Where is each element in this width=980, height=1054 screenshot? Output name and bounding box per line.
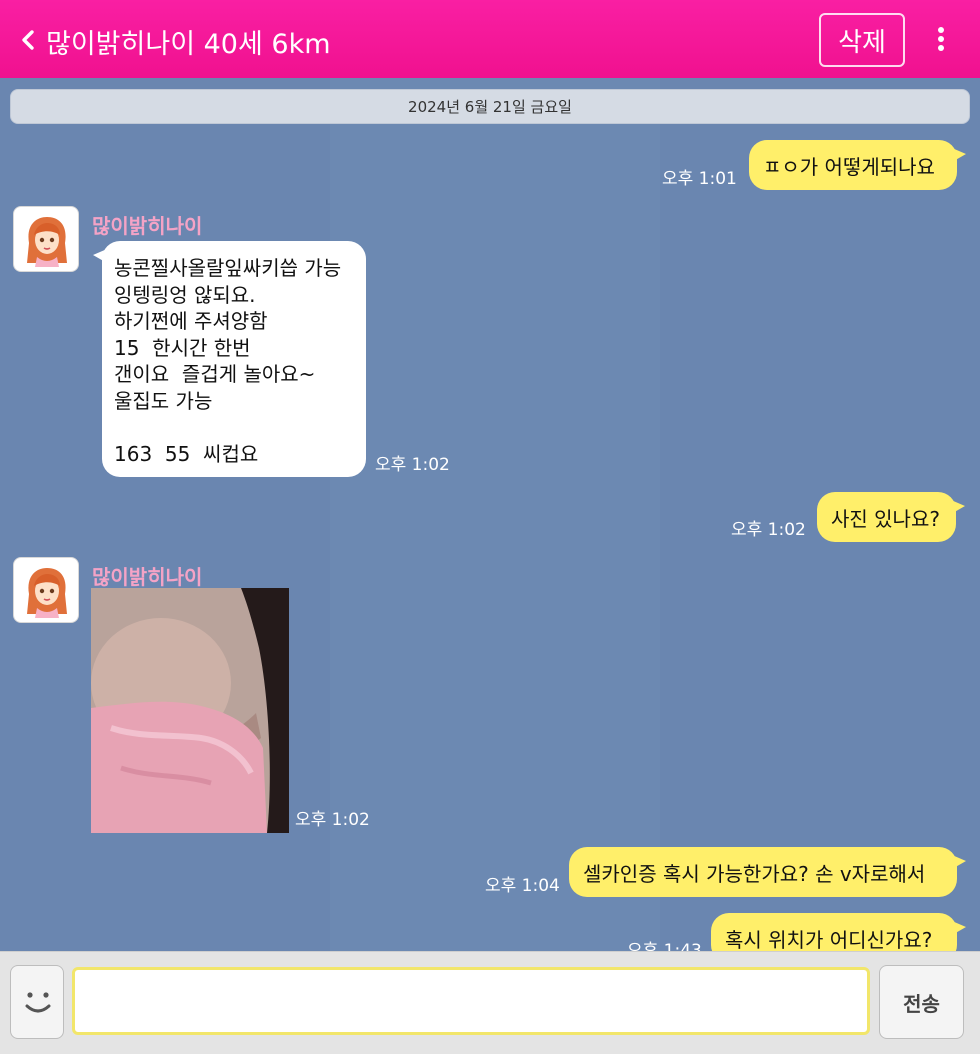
sender-name: 많이밝히나이	[92, 565, 203, 589]
photo-message[interactable]	[91, 588, 289, 833]
message-input-bar: 전송	[0, 951, 980, 1054]
outgoing-message[interactable]: ㅍㅇ가 어떻게되나요	[749, 140, 966, 190]
message-input[interactable]	[72, 967, 870, 1035]
chat-title: 많이밝히나이 40세 6km	[46, 29, 331, 60]
photo-image	[91, 588, 289, 833]
message-line: 농콘찔사올랄잎싸키씁 가능	[114, 256, 342, 280]
sender-name: 많이밝히나이	[92, 214, 203, 238]
message-line: 갠이요 즐겁게 놀아요~	[114, 362, 316, 386]
contact-avatar[interactable]	[13, 206, 79, 272]
outgoing-message[interactable]: 사진 있나요?	[817, 492, 965, 542]
emoji-button[interactable]	[10, 965, 64, 1039]
message-time: 오후 1:02	[731, 520, 806, 540]
message-time: 오후 1:01	[662, 169, 737, 189]
smiley-icon	[25, 992, 51, 1013]
send-button[interactable]: 전송	[879, 965, 964, 1039]
message-line: 울집도 가능	[114, 388, 213, 413]
contact-avatar[interactable]	[13, 557, 79, 623]
message-line: 15 한시간 한번	[114, 335, 251, 360]
message-time: 오후 1:02	[295, 810, 370, 830]
app-header: 많이밝히나이 40세 6km 삭제	[0, 0, 980, 78]
incoming-message[interactable]: 농콘찔사올랄잎싸키씁 가능 잉텡링엉 않되요. 하기쩐에 주셔양함 15 한시간…	[93, 241, 366, 477]
female-avatar-icon	[27, 217, 67, 267]
outgoing-message[interactable]: 셀카인증 혹시 가능한가요? 손 v자로해서	[569, 847, 966, 897]
date-divider: 2024년 6월 21일 금요일	[10, 89, 970, 124]
message-time: 오후 1:04	[485, 876, 560, 896]
delete-button[interactable]: 삭제	[819, 13, 905, 67]
message-time: 오후 1:02	[375, 455, 450, 475]
message-line: 하기쩐에 주셔양함	[114, 309, 268, 333]
message-line: 잉텡링엉 않되요.	[114, 282, 256, 307]
chevron-left-icon[interactable]	[14, 23, 42, 57]
female-avatar-icon	[27, 568, 67, 618]
background-pattern	[330, 78, 660, 951]
message-line	[114, 414, 354, 441]
message-line: 163 55 씨컵요	[114, 441, 259, 466]
more-vertical-icon[interactable]	[926, 22, 956, 56]
